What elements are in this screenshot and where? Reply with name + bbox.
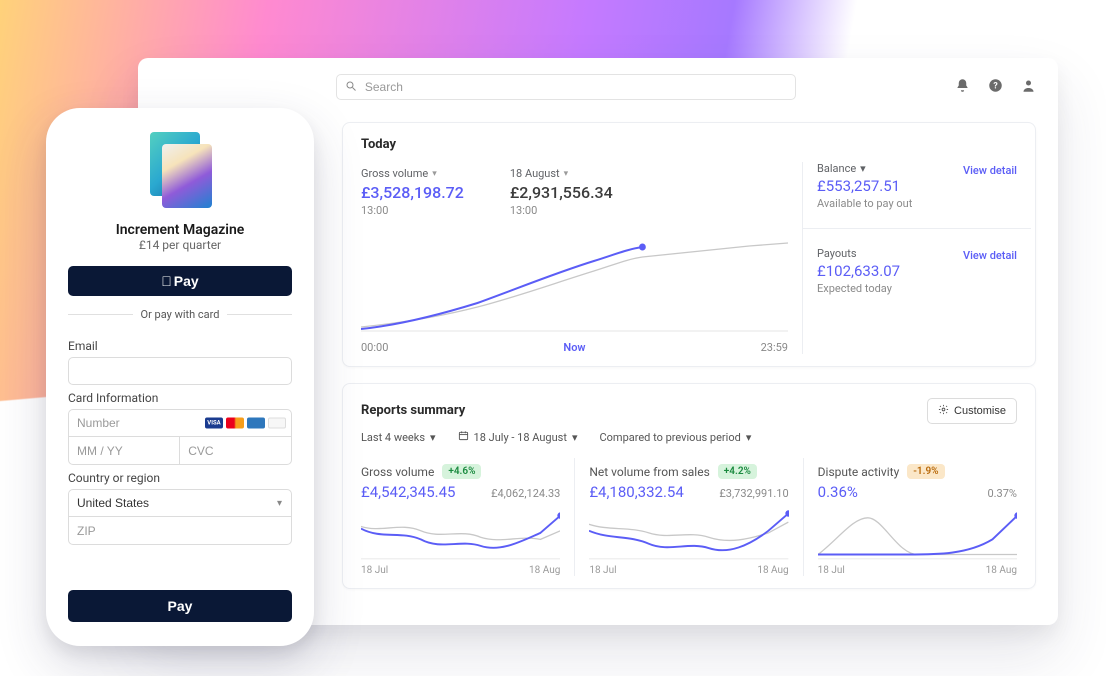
delta-badge: +4.6% bbox=[442, 464, 481, 479]
chart-x-start: 00:00 bbox=[361, 341, 388, 354]
gear-icon bbox=[938, 404, 949, 418]
profile-icon[interactable] bbox=[1021, 78, 1036, 97]
svg-text:?: ? bbox=[993, 81, 998, 91]
chevron-down-icon: ▾ bbox=[746, 431, 752, 444]
mini-compare: 0.37% bbox=[987, 487, 1017, 500]
mini-end: 18 Aug bbox=[757, 565, 788, 576]
help-icon[interactable]: ? bbox=[988, 78, 1003, 97]
product-image bbox=[148, 132, 212, 208]
email-field[interactable] bbox=[68, 357, 292, 385]
mini-name: Dispute activity bbox=[818, 465, 900, 479]
country-select[interactable] bbox=[68, 489, 292, 517]
product-subtitle: £14 per quarter bbox=[68, 238, 292, 252]
gross-volume-value: £3,528,198.72 bbox=[361, 183, 464, 202]
today-chart: 00:00 Now 23:59 bbox=[361, 227, 788, 354]
brand-logo-icon bbox=[160, 77, 180, 97]
pay-button[interactable]: Pay bbox=[68, 590, 292, 622]
balance-block: View detail Balance ▾ £553,257.51 Availa… bbox=[817, 162, 1017, 210]
balance-sub: Available to pay out bbox=[817, 197, 1017, 210]
compare-date-sub: 13:00 bbox=[510, 204, 613, 217]
balance-label[interactable]: Balance bbox=[817, 162, 856, 175]
mini-end: 18 Aug bbox=[529, 565, 560, 576]
mini-value: £4,180,332.54 bbox=[589, 483, 683, 501]
report-mini: Net volume from sales +4.2% £4,180,332.5… bbox=[575, 458, 803, 576]
balance-value: £553,257.51 bbox=[817, 177, 1017, 195]
chart-x-now: Now bbox=[563, 341, 585, 354]
sparkline bbox=[361, 507, 560, 561]
chevron-down-icon: ▾ bbox=[564, 169, 569, 179]
mini-compare: £3,732,991.10 bbox=[719, 487, 788, 500]
date-range-filter[interactable]: 18 July - 18 August ▾ bbox=[458, 430, 578, 444]
customise-button[interactable]: Customise bbox=[927, 398, 1017, 424]
today-card: Today Gross volume▾ £3,528,198.72 13:00 … bbox=[342, 122, 1036, 367]
calendar-icon bbox=[458, 430, 469, 444]
payouts-label: Payouts bbox=[817, 247, 857, 260]
country-label: Country or region bbox=[68, 471, 292, 485]
mini-start: 18 Jul bbox=[818, 565, 845, 576]
today-title: Today bbox=[361, 137, 1017, 152]
payouts-view-detail-link[interactable]: View detail bbox=[963, 249, 1017, 262]
mini-name: Net volume from sales bbox=[589, 465, 709, 479]
card-info-label: Card Information bbox=[68, 391, 292, 405]
payouts-block: View detail Payouts £102,633.07 Expected… bbox=[817, 247, 1017, 295]
gross-volume-sub: 13:00 bbox=[361, 204, 464, 217]
mini-value: £4,542,345.45 bbox=[361, 483, 455, 501]
compare-date-label[interactable]: 18 August▾ bbox=[510, 167, 568, 180]
brand-name: ROCKET RIDES bbox=[188, 80, 282, 95]
chevron-down-icon: ▾ bbox=[277, 498, 282, 509]
checkout-phone: Increment Magazine £14 per quarter  Pay… bbox=[46, 108, 314, 646]
chevron-down-icon: ▾ bbox=[572, 431, 578, 444]
report-mini: Dispute activity -1.9% 0.36% 0.37% 18 Ju… bbox=[804, 458, 1017, 576]
brand-switcher[interactable]: ROCKET RIDES ▾ bbox=[160, 77, 296, 97]
delta-badge: -1.9% bbox=[907, 464, 944, 479]
card-expiry-field[interactable] bbox=[68, 437, 180, 465]
chevron-down-icon: ▾ bbox=[432, 169, 437, 179]
mini-start: 18 Jul bbox=[589, 565, 616, 576]
mini-start: 18 Jul bbox=[361, 565, 388, 576]
amex-icon bbox=[247, 418, 265, 429]
chevron-down-icon: ▾ bbox=[430, 431, 436, 444]
chart-x-end: 23:59 bbox=[761, 341, 788, 354]
zip-field[interactable] bbox=[68, 517, 292, 545]
bell-icon[interactable] bbox=[955, 78, 970, 97]
chevron-down-icon: ▾ bbox=[290, 82, 296, 93]
card-cvc-field[interactable] bbox=[180, 437, 292, 465]
product-title: Increment Magazine bbox=[68, 222, 292, 238]
report-mini: Gross volume +4.6% £4,542,345.45 £4,062,… bbox=[361, 458, 575, 576]
or-divider: Or pay with card bbox=[68, 308, 292, 321]
sparkline bbox=[589, 507, 788, 561]
range-filter[interactable]: Last 4 weeks ▾ bbox=[361, 431, 436, 444]
mini-value: 0.36% bbox=[818, 483, 858, 501]
balance-view-detail-link[interactable]: View detail bbox=[963, 164, 1017, 177]
chevron-down-icon: ▾ bbox=[860, 162, 866, 175]
payouts-sub: Expected today bbox=[817, 282, 1017, 295]
mini-compare: £4,062,124.33 bbox=[491, 487, 560, 500]
mini-name: Gross volume bbox=[361, 465, 434, 479]
mini-end: 18 Aug bbox=[986, 565, 1017, 576]
mastercard-icon bbox=[226, 418, 244, 429]
discover-icon bbox=[268, 418, 286, 429]
payouts-value: £102,633.07 bbox=[817, 262, 1017, 280]
gross-volume-label[interactable]: Gross volume▾ bbox=[361, 167, 437, 180]
search-input[interactable] bbox=[336, 74, 796, 100]
email-label: Email bbox=[68, 339, 292, 353]
apple-pay-button[interactable]:  Pay bbox=[68, 266, 292, 296]
compare-filter[interactable]: Compared to previous period ▾ bbox=[599, 431, 751, 444]
sparkline bbox=[818, 507, 1017, 561]
visa-icon: VISA bbox=[205, 418, 223, 429]
delta-badge: +4.2% bbox=[718, 464, 757, 479]
apple-pay-label: Pay bbox=[174, 273, 199, 289]
reports-card: Reports summary Customise Last 4 weeks ▾… bbox=[342, 383, 1036, 589]
apple-icon:  bbox=[161, 274, 172, 288]
compare-date-value: £2,931,556.34 bbox=[510, 183, 613, 202]
card-brand-icons: VISA bbox=[205, 418, 286, 429]
reports-title: Reports summary bbox=[361, 403, 465, 418]
search-icon bbox=[345, 80, 357, 95]
